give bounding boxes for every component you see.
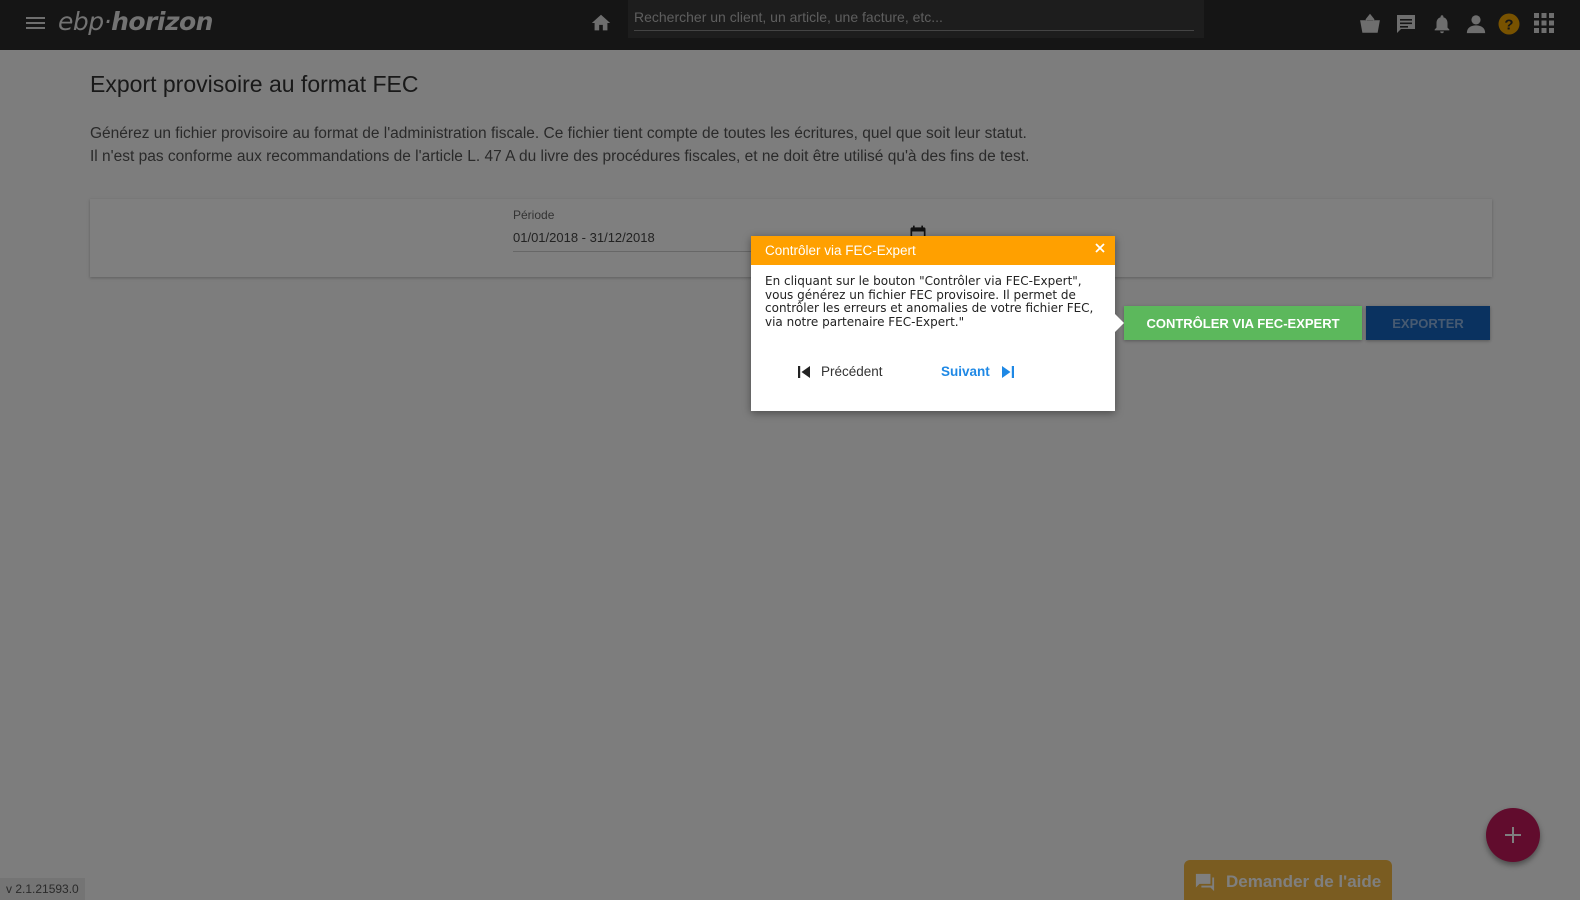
tour-overlay <box>0 0 1580 900</box>
previous-label: Précédent <box>821 364 883 379</box>
fec-expert-button[interactable]: CONTRÔLER VIA FEC-EXPERT <box>1124 306 1362 340</box>
popover-header: Contrôler via FEC-Expert <box>751 236 1115 265</box>
next-label: Suivant <box>941 364 990 379</box>
popover-arrow <box>1115 314 1124 332</box>
popover-body-line-1: En cliquant sur le bouton "Contrôler via… <box>765 274 1082 288</box>
popover-body: En cliquant sur le bouton "Contrôler via… <box>765 274 1101 329</box>
skip-previous-icon <box>798 366 810 378</box>
tour-popover: Contrôler via FEC-Expert En cliquant sur… <box>751 236 1124 411</box>
skip-next-icon <box>1002 366 1014 378</box>
popover-body-line-2: vous générez un fichier FEC provisoire. … <box>765 287 1076 302</box>
popover-body-line-3: contrôler les erreurs et anomalies de vo… <box>765 301 1094 315</box>
popover-body-line-4: via notre partenaire FEC-Expert." <box>765 314 965 329</box>
popover-title: Contrôler via FEC-Expert <box>765 243 916 258</box>
close-icon[interactable] <box>1093 241 1109 257</box>
